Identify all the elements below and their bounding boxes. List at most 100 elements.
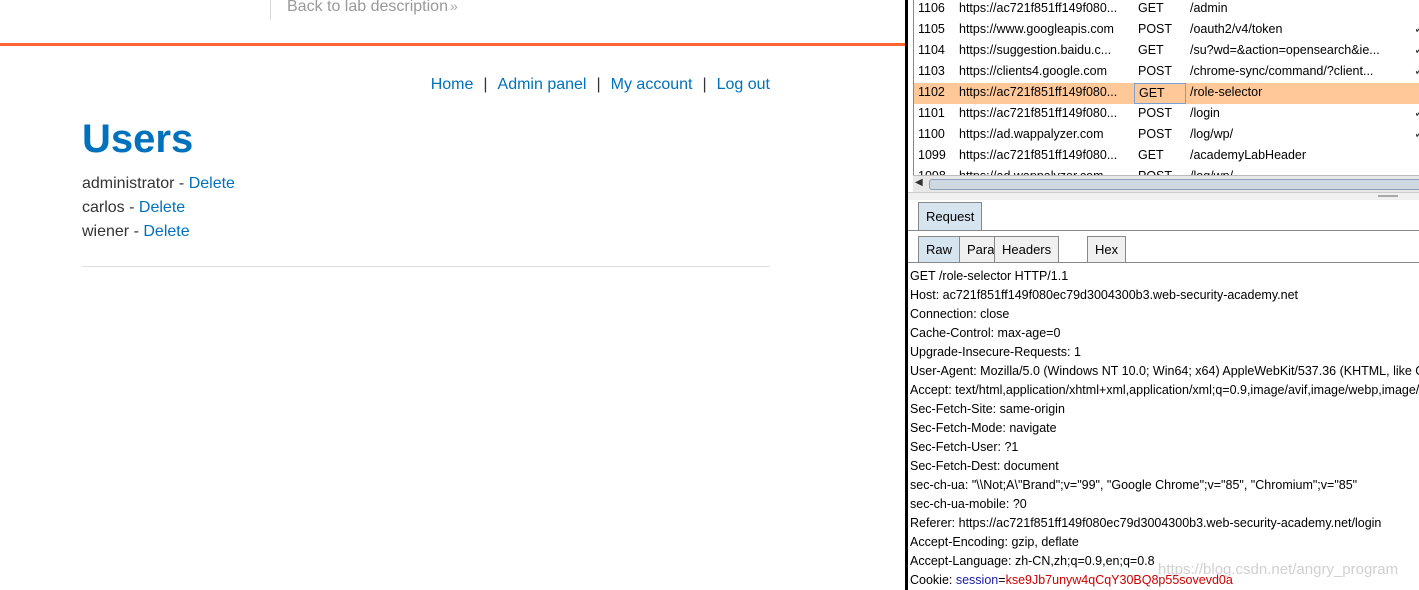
top-navigation: Home | Admin panel | My account | Log out (431, 76, 770, 94)
row-url: /admin (1190, 1, 1228, 15)
user-name: administrator (82, 175, 175, 192)
history-row[interactable]: 1099 https://ac721f851ff149f080... GET /… (914, 146, 1419, 167)
nav-separator: | (596, 76, 601, 93)
row-host: https://suggestion.baidu.c... (959, 43, 1112, 57)
row-id: 1105 (918, 22, 945, 36)
watermark-text: https://blog.csdn.net/angry_program (1158, 561, 1399, 578)
row-edited-check-icon: ✓ (1414, 20, 1419, 39)
row-host: https://ac721f851ff149f080... (959, 1, 1118, 15)
lab-page: Back to lab description» Home | Admin pane… (0, 0, 905, 590)
history-row[interactable]: 1103 https://clients4.google.com POST /c… (914, 62, 1419, 83)
delete-user-link[interactable]: Delete (143, 223, 189, 240)
split-pane-divider[interactable] (908, 192, 1419, 200)
row-url: /su?wd=&action=opensearch&ie... (1190, 43, 1380, 57)
row-host: https://www.googleapis.com (959, 22, 1114, 36)
user-row: carlos - Delete (82, 196, 235, 220)
scrollbar-thumb[interactable] (929, 179, 1419, 190)
row-url: /chrome-sync/command/?client... (1190, 64, 1374, 78)
user-separator: - (129, 223, 144, 240)
row-method: POST (1138, 106, 1173, 120)
row-url: /role-selector (1190, 85, 1263, 99)
row-url: /login (1190, 106, 1220, 120)
cookie-prefix: Cookie: (910, 573, 956, 587)
split-grip-icon (1378, 195, 1398, 197)
header-connection: Connection: close (910, 307, 1010, 321)
page-title: Users (82, 117, 194, 161)
nav-home-link[interactable]: Home (431, 76, 474, 93)
header-accept-encoding: Accept-Encoding: gzip, deflate (910, 535, 1079, 549)
row-id: 1102 (918, 85, 945, 99)
tab-request[interactable]: Request (918, 202, 983, 231)
header-sec-fetch-mode: Sec-Fetch-Mode: navigate (910, 421, 1057, 435)
history-row[interactable]: 1105 https://www.googleapis.com POST /oa… (914, 20, 1419, 41)
content-divider (82, 266, 770, 267)
subtab-bar-line (908, 262, 1419, 263)
header-user-agent: User-Agent: Mozilla/5.0 (Windows NT 10.0… (910, 364, 1419, 378)
header-divider (270, 0, 271, 20)
delete-user-link[interactable]: Delete (189, 175, 235, 192)
row-url: /oauth2/v4/token (1190, 22, 1283, 36)
delete-user-link[interactable]: Delete (139, 199, 185, 216)
proxy-history-table[interactable]: 1106 https://ac721f851ff149f080... GET /… (913, 0, 1419, 192)
header-accent-bar (0, 43, 905, 46)
history-row[interactable]: 1104 https://suggestion.baidu.c... GET /… (914, 41, 1419, 62)
row-method: POST (1138, 64, 1173, 78)
nav-my-account-link[interactable]: My account (611, 76, 693, 93)
back-to-lab-description-link[interactable]: Back to lab description» (287, 0, 458, 16)
user-separator: - (174, 175, 189, 192)
user-name: carlos (82, 199, 125, 216)
row-id: 1104 (918, 43, 945, 57)
row-url: /log/wp/ (1190, 127, 1234, 141)
user-name: wiener (82, 223, 130, 240)
row-id: 1099 (918, 148, 946, 162)
header-sec-ch-ua-mobile: sec-ch-ua-mobile: ?0 (910, 497, 1027, 511)
user-row: wiener - Delete (82, 220, 235, 244)
panel-border (905, 0, 908, 590)
header-upgrade-insecure: Upgrade-Insecure-Requests: 1 (910, 345, 1081, 359)
burp-proxy-panel: 1106 https://ac721f851ff149f080... GET /… (905, 0, 1419, 590)
double-chevron-icon: » (449, 0, 458, 14)
row-edited-check-icon: ✓ (1414, 62, 1419, 81)
row-host: https://ac721f851ff149f080... (959, 148, 1118, 162)
row-method: GET (1138, 1, 1164, 15)
cookie-name: session (955, 573, 999, 587)
row-edited-check-icon: ✓ (1414, 41, 1419, 60)
row-id: 1106 (918, 1, 945, 15)
back-link-label: Back to lab description (287, 0, 448, 15)
tab-hex[interactable]: Hex (1087, 236, 1127, 263)
nav-admin-panel-link[interactable]: Admin panel (498, 76, 587, 93)
header-referer: Referer: https://ac721f851ff149f080ec79d… (910, 516, 1382, 530)
tab-bar-line (908, 230, 1419, 231)
row-url: /academyLabHeader (1190, 148, 1307, 162)
history-row[interactable]: 1100 https://ad.wappalyzer.com POST /log… (914, 125, 1419, 146)
header-sec-fetch-site: Sec-Fetch-Site: same-origin (910, 402, 1065, 416)
history-row-selected[interactable]: 1102 https://ac721f851ff149f080... GET /… (914, 83, 1419, 104)
tab-headers[interactable]: Headers (994, 236, 1060, 263)
nav-log-out-link[interactable]: Log out (717, 76, 770, 93)
header-sec-ch-ua: sec-ch-ua: "\\Not;A\"Brand";v="99", "Goo… (910, 478, 1358, 492)
row-host: https://ad.wappalyzer.com (959, 127, 1104, 141)
history-horizontal-scrollbar[interactable]: ◀ (913, 175, 1419, 192)
row-id: 1101 (918, 106, 945, 120)
user-separator: - (124, 199, 139, 216)
nav-separator: | (702, 76, 707, 93)
row-method: POST (1138, 127, 1173, 141)
row-method: GET (1134, 83, 1186, 104)
row-method: GET (1138, 148, 1164, 162)
request-line: GET /role-selector HTTP/1.1 (910, 269, 1069, 283)
user-list: administrator - Delete carlos - Delete w… (82, 172, 235, 244)
row-edited-check-icon: ✓ (1414, 104, 1419, 123)
nav-separator: | (483, 76, 488, 93)
raw-request-editor[interactable]: GET /role-selector HTTP/1.1 Host: ac721f… (910, 267, 1419, 590)
row-host: https://ac721f851ff149f080... (959, 85, 1118, 99)
history-row[interactable]: 1101 https://ac721f851ff149f080... POST … (914, 104, 1419, 125)
scroll-left-arrow-icon[interactable]: ◀ (915, 177, 923, 188)
tab-raw[interactable]: Raw (918, 236, 961, 263)
history-row[interactable]: 1106 https://ac721f851ff149f080... GET /… (914, 0, 1419, 20)
row-method: POST (1138, 22, 1173, 36)
user-row: administrator - Delete (82, 172, 235, 196)
header-host: Host: ac721f851ff149f080ec79d3004300b3.w… (910, 288, 1299, 302)
cookie-equals: = (998, 573, 1006, 587)
header-sec-fetch-dest: Sec-Fetch-Dest: document (910, 459, 1059, 473)
row-id: 1100 (918, 127, 945, 141)
